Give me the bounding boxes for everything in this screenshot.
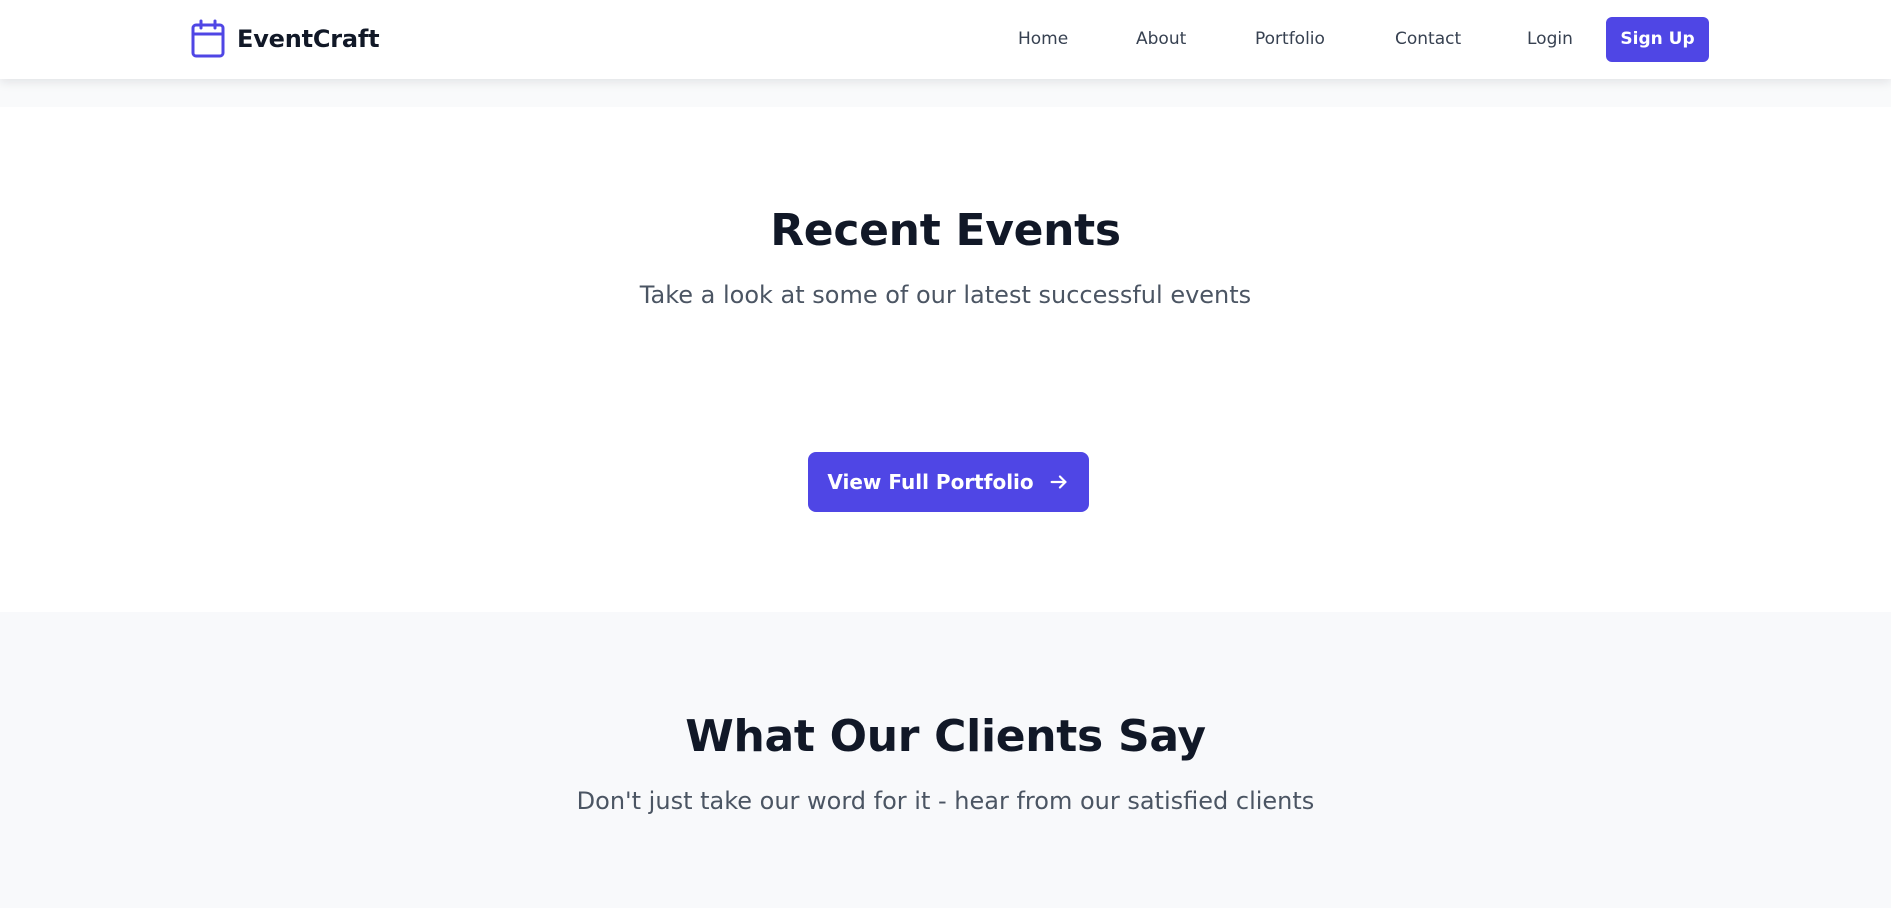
recent-events-subtitle: Take a look at some of our latest succes… bbox=[639, 281, 1252, 309]
view-portfolio-label: View Full Portfolio bbox=[827, 470, 1034, 494]
nav-link-about[interactable]: About bbox=[1136, 16, 1186, 62]
header-spacer-band bbox=[0, 79, 1891, 107]
nav-link-home[interactable]: Home bbox=[1018, 16, 1068, 62]
calendar-icon bbox=[191, 19, 225, 58]
testimonials-title: What Our Clients Say bbox=[685, 711, 1206, 762]
view-portfolio-button[interactable]: View Full Portfolio bbox=[808, 452, 1089, 512]
sign-up-button[interactable]: Sign Up bbox=[1606, 17, 1709, 62]
arrow-right-icon bbox=[1050, 475, 1067, 489]
login-link[interactable]: Login bbox=[1527, 16, 1573, 62]
site-header: EventCraft Home About Portfolio Contact … bbox=[0, 0, 1891, 79]
recent-events-title: Recent Events bbox=[770, 205, 1121, 256]
brand-logo-link[interactable]: EventCraft bbox=[190, 18, 380, 60]
testimonials-subtitle: Don't just take our word for it - hear f… bbox=[576, 787, 1315, 815]
recent-events-section: Recent Events Take a look at some of our… bbox=[0, 107, 1891, 612]
testimonials-section: What Our Clients Say Don't just take our… bbox=[0, 612, 1891, 908]
nav-link-portfolio[interactable]: Portfolio bbox=[1255, 16, 1325, 62]
brand-name: EventCraft bbox=[237, 25, 380, 53]
nav-link-contact[interactable]: Contact bbox=[1395, 16, 1461, 62]
